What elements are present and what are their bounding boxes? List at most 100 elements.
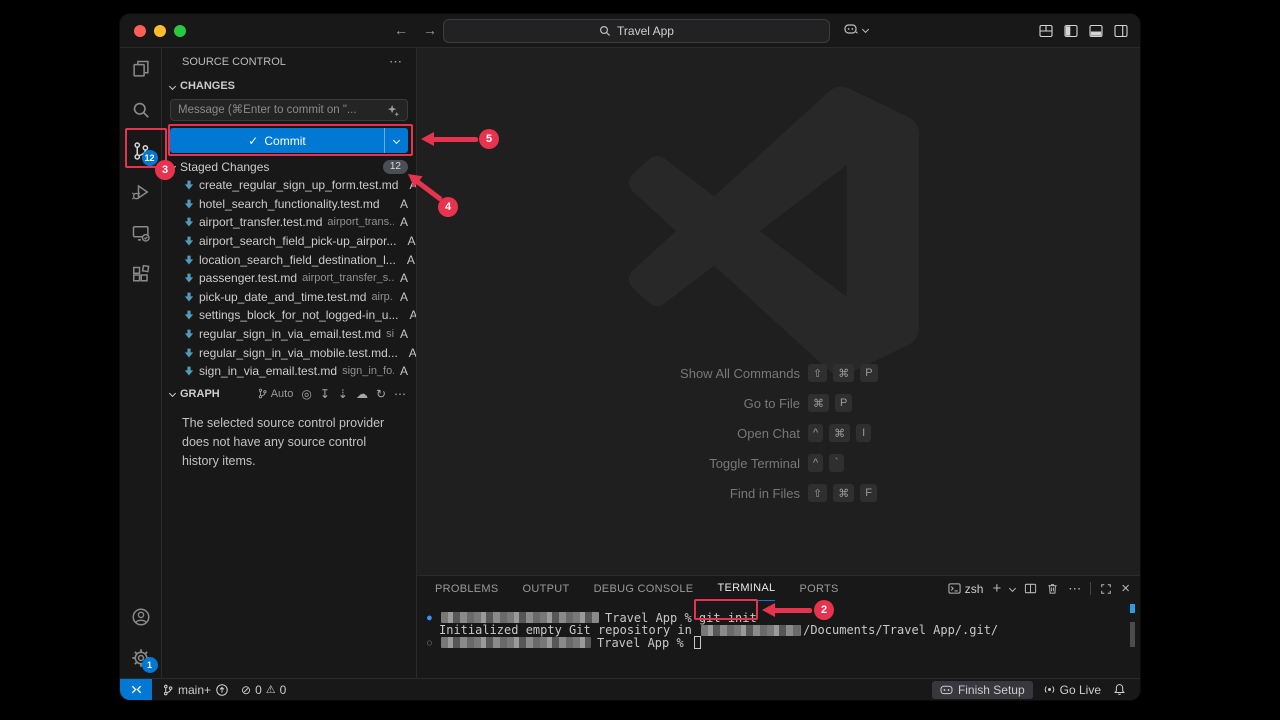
close-panel-icon[interactable]: × <box>1121 580 1130 597</box>
sidebar-item-search[interactable] <box>120 89 162 130</box>
redacted-text <box>701 625 801 636</box>
redacted-text <box>441 637 591 648</box>
sparkle-icon[interactable] <box>387 104 400 117</box>
staged-file-row[interactable]: airport_transfer.test.md airport_trans..… <box>162 213 416 232</box>
search-value: Travel App <box>617 24 674 38</box>
back-icon[interactable]: ← <box>394 22 408 38</box>
staged-file-row[interactable]: create_regular_sign_up_form.test.md A <box>162 176 416 195</box>
scrollbar-thumb[interactable] <box>1130 622 1135 647</box>
staged-file-row[interactable]: regular_sign_in_via_email.test.md si... … <box>162 325 416 344</box>
git-status-added: A <box>394 364 408 378</box>
status-bar: main+ ⊘ 0 ⚠ 0 Finish Setup <box>120 678 1140 700</box>
sidebar-item-run-debug[interactable] <box>120 171 162 212</box>
tab-ports[interactable]: PORTS <box>799 576 838 601</box>
graph-repo-picker[interactable]: Auto <box>257 388 294 400</box>
toggle-panel-icon[interactable] <box>1089 24 1103 38</box>
git-status-added: A <box>403 178 416 192</box>
git-status-added: A <box>403 346 416 360</box>
commit-message-input[interactable] <box>178 104 387 116</box>
changes-section-header[interactable]: CHANGES <box>162 76 416 96</box>
settings-menu[interactable]: 1 <box>120 637 162 678</box>
test-file-icon <box>184 199 194 209</box>
staged-file-row[interactable]: location_search_field_destination_l... A <box>162 250 416 269</box>
command-pending-decoration: ○ <box>427 638 441 647</box>
minimize-window-button[interactable] <box>154 25 166 37</box>
keycap: ⌘ <box>833 484 854 502</box>
test-file-icon <box>184 329 194 339</box>
close-window-button[interactable] <box>134 25 146 37</box>
account-menu[interactable] <box>120 596 162 637</box>
chevron-down-icon[interactable] <box>1009 585 1016 592</box>
forward-icon[interactable]: → <box>423 22 437 38</box>
commit-button[interactable]: ✓ Commit <box>170 128 408 153</box>
graph-target-icon[interactable]: ◎ <box>301 387 311 401</box>
sidebar-item-remote-explorer[interactable] <box>120 212 162 253</box>
split-terminal-icon[interactable] <box>1024 582 1037 595</box>
terminal-output: /Documents/Travel App/.git/ <box>803 623 998 637</box>
staged-file-row[interactable]: regular_sign_in_via_mobile.test.md... A <box>162 343 416 362</box>
chevron-down-icon <box>169 163 176 170</box>
copilot-menu[interactable] <box>844 23 868 36</box>
tab-terminal[interactable]: TERMINAL <box>717 576 775 601</box>
staged-file-row[interactable]: airport_search_field_pick-up_airpor... A <box>162 232 416 251</box>
finish-setup-label: Finish Setup <box>958 683 1025 697</box>
staged-changes-header[interactable]: Staged Changes 12 <box>162 157 416 176</box>
git-status-added: A <box>394 271 408 285</box>
sidebar-item-explorer[interactable] <box>120 48 162 89</box>
remote-indicator[interactable] <box>120 679 152 700</box>
more-actions-icon[interactable]: ⋯ <box>389 54 402 70</box>
sidebar-item-source-control[interactable]: 12 <box>120 130 162 171</box>
toggle-secondary-sidebar-icon[interactable] <box>1114 24 1128 38</box>
keycap: I <box>856 424 871 442</box>
staged-file-row[interactable]: passenger.test.md airport_transfer_s... … <box>162 269 416 288</box>
panel-more-icon[interactable]: ⋯ <box>1068 581 1081 597</box>
editor-area: Show All Commands ⇧ ⌘ P Go to File ⌘ <box>417 48 1140 575</box>
run-debug-icon <box>131 182 151 202</box>
push-cloud-icon[interactable]: ☁ <box>356 387 368 401</box>
publish-cloud-icon <box>215 683 229 697</box>
keycap: P <box>860 364 877 382</box>
staged-changes-label: Staged Changes <box>180 160 269 174</box>
terminal-prompt: Travel App % <box>597 636 691 650</box>
go-live-button[interactable]: Go Live <box>1037 679 1107 700</box>
graph-more-icon[interactable]: ⋯ <box>394 387 406 401</box>
keycap: ⇧ <box>808 484 827 502</box>
sidebar-item-extensions[interactable] <box>120 253 162 294</box>
command-center-search[interactable]: Travel App <box>443 19 830 43</box>
new-terminal-icon[interactable]: + <box>992 580 1001 597</box>
toggle-primary-sidebar-icon[interactable] <box>1064 24 1078 38</box>
fetch-icon[interactable]: ↧ <box>320 387 330 401</box>
graph-section-header[interactable]: GRAPH Auto ◎ ↧ <box>162 383 416 405</box>
pull-icon[interactable]: ⇣ <box>338 387 348 401</box>
tab-debug-console[interactable]: DEBUG CONSOLE <box>594 576 694 601</box>
bell-icon <box>1113 683 1126 696</box>
refresh-icon[interactable]: ↻ <box>376 387 386 401</box>
error-count: 0 <box>255 683 262 697</box>
staged-file-row[interactable]: pick-up_date_and_time.test.md airp... A <box>162 288 416 307</box>
branch-status-item[interactable]: main+ <box>156 679 235 700</box>
test-file-icon <box>184 217 194 227</box>
problems-status-item[interactable]: ⊘ 0 ⚠ 0 <box>235 679 292 700</box>
shortcut-label: Show All Commands <box>590 366 800 381</box>
finish-setup-button[interactable]: Finish Setup <box>932 681 1033 699</box>
extensions-icon <box>131 264 151 284</box>
graph-label: GRAPH <box>180 388 220 400</box>
staged-file-row[interactable]: hotel_search_functionality.test.md A <box>162 195 416 214</box>
tab-output[interactable]: OUTPUT <box>523 576 570 601</box>
keycap: ⌘ <box>833 364 854 382</box>
sidebar-title: SOURCE CONTROL <box>182 56 286 68</box>
customize-layout-icon[interactable] <box>1039 24 1053 38</box>
keycap: ^ <box>808 454 823 472</box>
staged-file-row[interactable]: settings_block_for_not_logged-in_u... A <box>162 306 416 325</box>
staged-file-row[interactable]: sign_in_via_email.test.md sign_in_fo... … <box>162 362 416 381</box>
test-file-icon <box>184 348 194 358</box>
commit-dropdown-button[interactable] <box>384 128 408 153</box>
keycap: ⌘ <box>829 424 850 442</box>
explorer-icon <box>131 59 151 79</box>
zoom-window-button[interactable] <box>174 25 186 37</box>
kill-terminal-trash-icon[interactable] <box>1046 582 1059 595</box>
notifications-button[interactable] <box>1107 679 1132 700</box>
maximize-panel-icon[interactable] <box>1100 583 1112 595</box>
tab-problems[interactable]: PROBLEMS <box>435 576 499 601</box>
shell-selector[interactable]: zsh <box>948 582 984 596</box>
